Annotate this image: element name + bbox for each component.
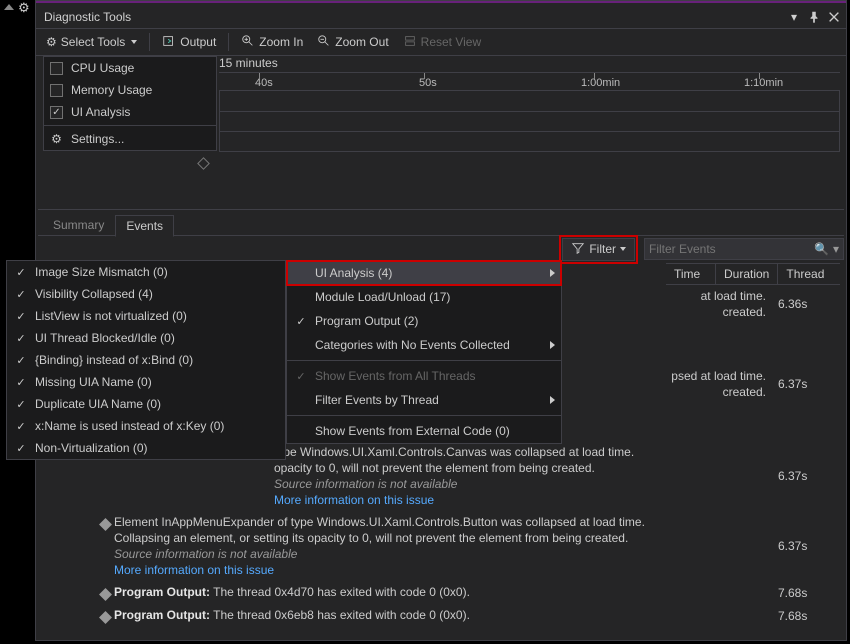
filter-item-by-thread[interactable]: Filter Events by Thread xyxy=(287,388,561,412)
check-icon: ✓ xyxy=(13,266,29,279)
filter-item-no-events[interactable]: Categories with No Events Collected xyxy=(287,333,561,357)
submenu-item[interactable]: ✓x:Name is used instead of x:Key (0) xyxy=(7,415,285,437)
submenu-item[interactable]: ✓Duplicate UIA Name (0) xyxy=(7,393,285,415)
search-icon[interactable]: 🔍 xyxy=(814,242,829,256)
column-time[interactable]: Time xyxy=(666,264,716,284)
chevron-down-icon xyxy=(620,247,626,251)
submenu-item[interactable]: ✓ListView is not virtualized (0) xyxy=(7,305,285,327)
session-label: 15 minutes xyxy=(219,56,840,72)
more-info-link[interactable]: More information on this issue xyxy=(274,492,770,508)
reset-view-icon xyxy=(403,34,417,51)
event-row[interactable]: Element InAppMenuExpander of type Window… xyxy=(96,511,840,581)
zoom-in-button[interactable]: Zoom In xyxy=(235,32,309,53)
checkbox-icon xyxy=(50,84,63,97)
chevron-right-icon xyxy=(550,269,555,277)
ui-analysis-submenu: ✓Image Size Mismatch (0) ✓Visibility Col… xyxy=(6,260,286,460)
zoom-out-button[interactable]: Zoom Out xyxy=(311,32,394,53)
menu-item-ui-analysis[interactable]: ✓ UI Analysis xyxy=(44,101,216,123)
gear-icon: ⚙ xyxy=(46,35,57,49)
column-thread[interactable]: Thread xyxy=(778,264,840,284)
menu-item-memory-usage[interactable]: Memory Usage xyxy=(44,79,216,101)
source-info: Source information is not available xyxy=(274,476,770,492)
gear-icon[interactable]: ⚙ xyxy=(18,0,30,16)
check-icon: ✓ xyxy=(13,442,29,455)
events-table-header: Time Duration Thread xyxy=(666,263,840,285)
select-tools-button[interactable]: ⚙ Select Tools xyxy=(40,33,143,51)
collapse-indicator-icon xyxy=(4,4,14,10)
tabs: Summary Events xyxy=(38,209,844,236)
window-title: Diagnostic Tools xyxy=(40,10,782,24)
check-icon: ✓ xyxy=(13,354,29,367)
check-icon: ✓ xyxy=(13,310,29,323)
submenu-item[interactable]: ✓Missing UIA Name (0) xyxy=(7,371,285,393)
event-time: 7.68s xyxy=(770,584,840,601)
filter-item-all-threads: ✓ Show Events from All Threads xyxy=(287,364,561,388)
reset-view-button[interactable]: Reset View xyxy=(397,32,487,53)
check-icon: ✓ xyxy=(13,288,29,301)
filter-item-external-code[interactable]: Show Events from External Code (0) xyxy=(287,419,561,443)
submenu-item[interactable]: ✓Non-Virtualization (0) xyxy=(7,437,285,459)
zoom-out-icon xyxy=(317,34,331,51)
event-time: 7.68s xyxy=(770,607,840,624)
select-tools-dropdown: CPU Usage Memory Usage ✓ UI Analysis ⚙ S… xyxy=(43,56,217,151)
check-icon: ✓ xyxy=(13,420,29,433)
window-menu-icon[interactable]: ▾ xyxy=(786,9,802,25)
diamond-icon xyxy=(99,611,112,624)
output-icon xyxy=(162,34,176,51)
menu-item-cpu-usage[interactable]: CPU Usage xyxy=(44,57,216,79)
filter-item-program-output[interactable]: ✓ Program Output (2) xyxy=(287,309,561,333)
submenu-item[interactable]: ✓UI Thread Blocked/Idle (0) xyxy=(7,327,285,349)
filter-icon xyxy=(571,241,585,258)
gear-icon: ⚙ xyxy=(50,132,63,146)
filter-button[interactable]: Filter xyxy=(562,238,635,261)
toolbar: ⚙ Select Tools Output Zoom In Zoom Out xyxy=(36,28,846,56)
close-icon[interactable] xyxy=(826,9,842,25)
tab-summary[interactable]: Summary xyxy=(42,214,115,236)
submenu-item[interactable]: ✓Visibility Collapsed (4) xyxy=(7,283,285,305)
event-row[interactable]: Program Output: The thread 0x4d70 has ex… xyxy=(96,581,840,604)
event-time: 6.37s xyxy=(770,444,840,508)
source-info: Source information is not available xyxy=(114,546,770,562)
diamond-icon xyxy=(197,157,210,170)
diamond-icon xyxy=(99,588,112,601)
pin-icon[interactable] xyxy=(806,9,822,25)
chevron-right-icon xyxy=(550,396,555,404)
submenu-item[interactable]: ✓{Binding} instead of x:Bind (0) xyxy=(7,349,285,371)
filter-menu: UI Analysis (4) Module Load/Unload (17) … xyxy=(286,260,562,444)
check-icon: ✓ xyxy=(13,332,29,345)
event-time: 6.37s xyxy=(770,368,840,400)
submenu-item[interactable]: ✓Image Size Mismatch (0) xyxy=(7,261,285,283)
output-button[interactable]: Output xyxy=(156,32,222,53)
filter-button-highlight: Filter xyxy=(559,235,638,264)
more-info-link[interactable]: More information on this issue xyxy=(114,562,770,578)
diamond-icon xyxy=(99,518,112,531)
check-icon: ✓ xyxy=(293,315,309,328)
column-duration[interactable]: Duration xyxy=(716,264,778,284)
chevron-down-icon xyxy=(131,40,137,44)
check-icon: ✓ xyxy=(293,370,309,383)
check-icon: ✓ xyxy=(13,398,29,411)
event-time: 6.37s xyxy=(770,514,840,578)
event-time: 6.36s xyxy=(770,288,840,320)
checkbox-icon xyxy=(50,62,63,75)
chevron-down-icon[interactable]: ▾ xyxy=(833,242,839,256)
search-input[interactable] xyxy=(649,242,810,256)
checkbox-checked-icon: ✓ xyxy=(50,106,63,119)
chevron-right-icon xyxy=(550,341,555,349)
timeline-ruler[interactable]: 40s 50s 1:00min 1:10min xyxy=(219,72,840,90)
check-icon: ✓ xyxy=(13,376,29,389)
menu-item-settings[interactable]: ⚙ Settings... xyxy=(44,128,216,150)
filter-events-search[interactable]: 🔍 ▾ xyxy=(644,238,844,260)
zoom-in-icon xyxy=(241,34,255,51)
tab-events[interactable]: Events xyxy=(115,215,174,237)
timeline: 15 minutes 40s 50s 1:00min 1:10min xyxy=(219,56,840,172)
filter-item-module-load[interactable]: Module Load/Unload (17) xyxy=(287,285,561,309)
event-row[interactable]: Program Output: The thread 0x6eb8 has ex… xyxy=(96,604,840,627)
filter-item-ui-analysis[interactable]: UI Analysis (4) xyxy=(287,261,561,285)
